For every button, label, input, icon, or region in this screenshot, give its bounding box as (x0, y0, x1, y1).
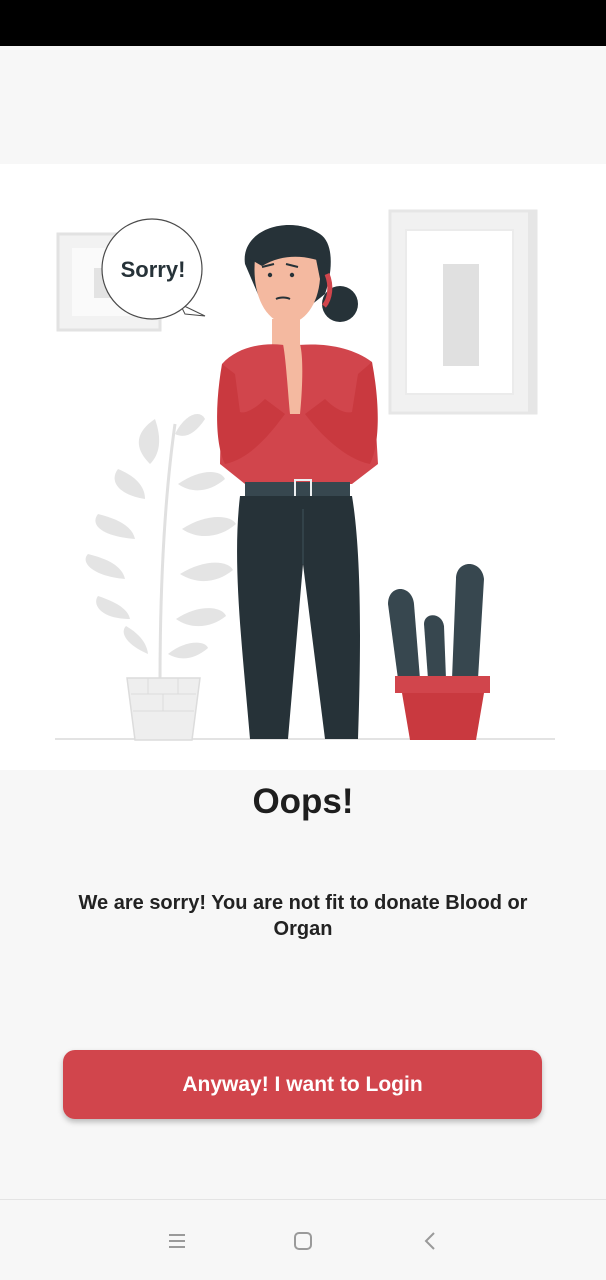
menu-icon[interactable] (162, 1226, 192, 1256)
sorry-illustration: Sorry! (0, 164, 606, 770)
right-picture-frame (388, 209, 538, 415)
system-navigation-bar (0, 1199, 606, 1280)
top-blank-area (0, 46, 606, 164)
home-square-icon[interactable] (288, 1226, 318, 1256)
woman-figure (217, 225, 378, 739)
plant-pot (126, 677, 201, 741)
speech-bubble: Sorry! (101, 218, 206, 320)
leafy-plant (85, 414, 236, 685)
speech-bubble-text: Sorry! (121, 257, 186, 282)
cactus (388, 564, 490, 740)
login-button[interactable]: Anyway! I want to Login (63, 1050, 542, 1119)
back-chevron-icon[interactable] (415, 1226, 445, 1256)
status-bar (0, 0, 606, 46)
ineligibility-message: We are sorry! You are not fit to donate … (78, 892, 528, 940)
page-title: Oops! (252, 782, 354, 821)
